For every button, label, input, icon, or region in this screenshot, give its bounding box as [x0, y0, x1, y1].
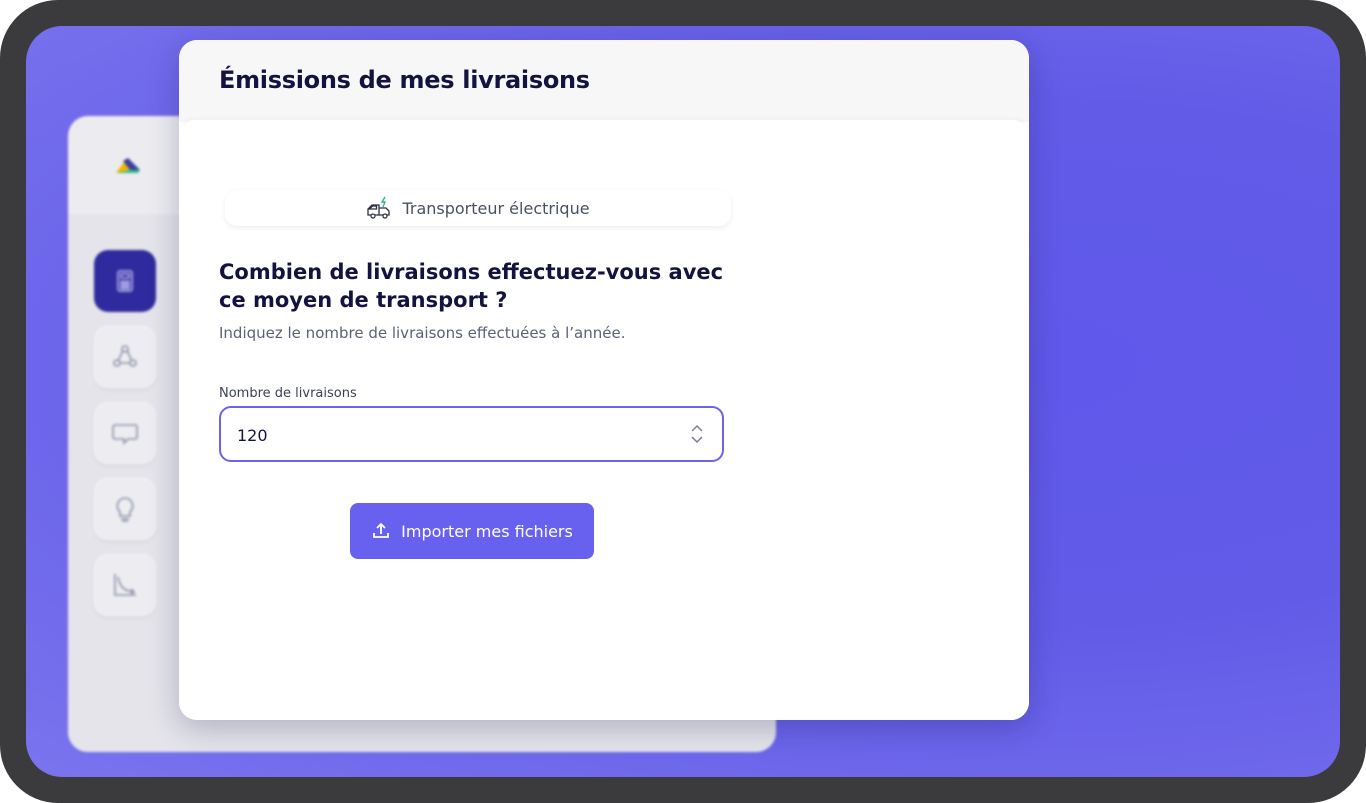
sidebar-item-network[interactable]	[94, 326, 156, 388]
device-frame: Émissions de mes livraisons Transporteur…	[0, 0, 1366, 803]
chat-bubble-icon	[112, 424, 138, 445]
sidebar-item-ideas[interactable]	[94, 478, 156, 540]
screen: Émissions de mes livraisons Transporteur…	[26, 26, 1340, 777]
sidebar-item-trajectory[interactable]	[94, 554, 156, 616]
share-nodes-icon	[113, 345, 137, 367]
upload-icon	[373, 522, 390, 538]
card-header: Émissions de mes livraisons	[179, 40, 1029, 122]
import-files-label: Importer mes fichiers	[401, 521, 573, 541]
question-title: Combien de livraisons effectuez-vous ave…	[219, 260, 724, 312]
lightbulb-icon	[116, 497, 134, 522]
card-body: Transporteur électrique Combien de livra…	[179, 120, 1029, 720]
transport-chip: Transporteur électrique	[225, 190, 731, 226]
logo-icon	[116, 158, 140, 173]
sidebar-item-calculator[interactable]	[94, 250, 156, 312]
deliveries-input[interactable]	[235, 408, 669, 462]
question-hint: Indiquez le nombre de livraisons effectu…	[219, 324, 626, 342]
chart-curve-icon	[114, 574, 136, 596]
deliveries-field-label: Nombre de livraisons	[219, 386, 357, 401]
electric-truck-icon	[367, 196, 391, 219]
calculator-icon	[117, 270, 133, 292]
emissions-card: Émissions de mes livraisons Transporteur…	[179, 40, 1029, 720]
number-stepper-icon[interactable]	[690, 422, 704, 446]
page-title: Émissions de mes livraisons	[219, 66, 590, 94]
transport-label: Transporteur électrique	[402, 198, 590, 218]
deliveries-field[interactable]	[219, 406, 724, 462]
sidebar-item-chat[interactable]	[94, 402, 156, 464]
import-files-button[interactable]: Importer mes fichiers	[350, 503, 594, 559]
